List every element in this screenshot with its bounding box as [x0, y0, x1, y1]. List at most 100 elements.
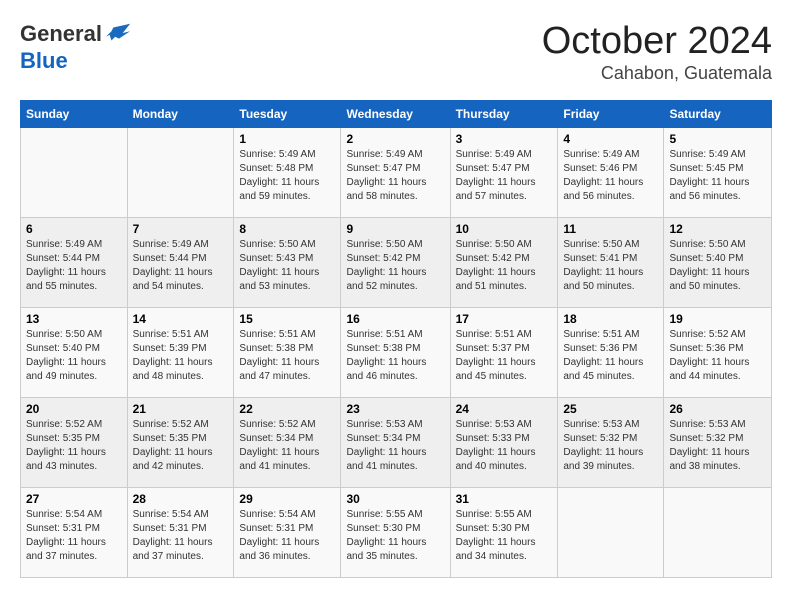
- day-info: Sunrise: 5:55 AM Sunset: 5:30 PM Dayligh…: [456, 508, 553, 564]
- day-info: Sunrise: 5:54 AM Sunset: 5:31 PM Dayligh…: [133, 508, 229, 564]
- day-number: 20: [26, 402, 122, 416]
- calendar-cell: 9 Sunrise: 5:50 AM Sunset: 5:42 PM Daylig…: [341, 218, 450, 308]
- day-info: Sunrise: 5:52 AM Sunset: 5:34 PM Dayligh…: [239, 418, 335, 474]
- calendar-cell: 11 Sunrise: 5:50 AM Sunset: 5:41 PM Dayli…: [558, 218, 664, 308]
- day-info: Sunrise: 5:53 AM Sunset: 5:33 PM Dayligh…: [456, 418, 553, 474]
- weekday-header-cell: Saturday: [664, 101, 772, 128]
- day-number: 16: [346, 312, 444, 326]
- weekday-header-cell: Wednesday: [341, 101, 450, 128]
- day-info: Sunrise: 5:52 AM Sunset: 5:36 PM Dayligh…: [669, 328, 766, 384]
- calendar-cell: [21, 128, 128, 218]
- calendar-cell: 25Sunrise: 5:53 AM Sunset: 5:32 PM Dayli…: [558, 398, 664, 488]
- logo-bird-icon: [104, 20, 132, 48]
- day-info: Sunrise: 5:49 AM Sunset: 5:45 PM Dayligh…: [669, 148, 766, 204]
- calendar-cell: 30 Sunrise: 5:55 AM Sunset: 5:30 PM Dayli…: [341, 488, 450, 578]
- day-info: Sunrise: 5:52 AM Sunset: 5:35 PM Dayligh…: [133, 418, 229, 474]
- day-info: Sunrise: 5:50 AM Sunset: 5:40 PM Dayligh…: [26, 328, 122, 384]
- day-number: 15: [239, 312, 335, 326]
- calendar-week-row: 13 Sunrise: 5:50 AM Sunset: 5:40 PM Dayli…: [21, 308, 772, 398]
- day-info: Sunrise: 5:49 AM Sunset: 5:46 PM Dayligh…: [563, 148, 658, 204]
- calendar-cell: 27Sunrise: 5:54 AM Sunset: 5:31 PM Dayli…: [21, 488, 128, 578]
- day-info: Sunrise: 5:51 AM Sunset: 5:37 PM Dayligh…: [456, 328, 553, 384]
- location: Cahabon, Guatemala: [542, 63, 772, 84]
- weekday-header-cell: Friday: [558, 101, 664, 128]
- day-number: 17: [456, 312, 553, 326]
- day-number: 1: [239, 132, 335, 146]
- weekday-header-cell: Thursday: [450, 101, 558, 128]
- day-number: 12: [669, 222, 766, 236]
- month-title: October 2024: [542, 20, 772, 63]
- day-number: 29: [239, 492, 335, 506]
- day-number: 30: [346, 492, 444, 506]
- day-number: 14: [133, 312, 229, 326]
- day-info: Sunrise: 5:49 AM Sunset: 5:47 PM Dayligh…: [346, 148, 444, 204]
- day-number: 10: [456, 222, 553, 236]
- weekday-header-row: SundayMondayTuesdayWednesdayThursdayFrid…: [21, 101, 772, 128]
- calendar-cell: 4 Sunrise: 5:49 AM Sunset: 5:46 PM Daylig…: [558, 128, 664, 218]
- calendar-cell: [127, 128, 234, 218]
- day-number: 11: [563, 222, 658, 236]
- calendar-cell: [664, 488, 772, 578]
- day-info: Sunrise: 5:50 AM Sunset: 5:42 PM Dayligh…: [456, 238, 553, 294]
- calendar-cell: 21 Sunrise: 5:52 AM Sunset: 5:35 PM Dayli…: [127, 398, 234, 488]
- day-info: Sunrise: 5:54 AM Sunset: 5:31 PM Dayligh…: [26, 508, 122, 564]
- calendar-week-row: 20 Sunrise: 5:52 AM Sunset: 5:35 PM Dayli…: [21, 398, 772, 488]
- day-number: 24: [456, 402, 553, 416]
- calendar-week-row: 1Sunrise: 5:49 AM Sunset: 5:48 PM Daylig…: [21, 128, 772, 218]
- calendar-cell: 18Sunrise: 5:51 AM Sunset: 5:36 PM Dayli…: [558, 308, 664, 398]
- day-number: 13: [26, 312, 122, 326]
- day-info: Sunrise: 5:50 AM Sunset: 5:42 PM Dayligh…: [346, 238, 444, 294]
- calendar-cell: 26 Sunrise: 5:53 AM Sunset: 5:32 PM Dayli…: [664, 398, 772, 488]
- day-info: Sunrise: 5:50 AM Sunset: 5:40 PM Dayligh…: [669, 238, 766, 294]
- day-number: 22: [239, 402, 335, 416]
- logo-general-text: General: [20, 21, 102, 47]
- day-number: 23: [346, 402, 444, 416]
- day-number: 19: [669, 312, 766, 326]
- calendar-cell: 28 Sunrise: 5:54 AM Sunset: 5:31 PM Dayli…: [127, 488, 234, 578]
- title-block: October 2024 Cahabon, Guatemala: [542, 20, 772, 84]
- day-number: 7: [133, 222, 229, 236]
- day-number: 28: [133, 492, 229, 506]
- calendar-cell: [558, 488, 664, 578]
- day-info: Sunrise: 5:50 AM Sunset: 5:43 PM Dayligh…: [239, 238, 335, 294]
- day-number: 9: [346, 222, 444, 236]
- day-info: Sunrise: 5:54 AM Sunset: 5:31 PM Dayligh…: [239, 508, 335, 564]
- day-info: Sunrise: 5:51 AM Sunset: 5:38 PM Dayligh…: [346, 328, 444, 384]
- calendar-cell: 23Sunrise: 5:53 AM Sunset: 5:34 PM Dayli…: [341, 398, 450, 488]
- day-info: Sunrise: 5:49 AM Sunset: 5:44 PM Dayligh…: [26, 238, 122, 294]
- weekday-header-cell: Tuesday: [234, 101, 341, 128]
- day-number: 26: [669, 402, 766, 416]
- calendar-cell: 1Sunrise: 5:49 AM Sunset: 5:48 PM Daylig…: [234, 128, 341, 218]
- day-number: 3: [456, 132, 553, 146]
- calendar-week-row: 6Sunrise: 5:49 AM Sunset: 5:44 PM Daylig…: [21, 218, 772, 308]
- day-number: 4: [563, 132, 658, 146]
- calendar-cell: 14 Sunrise: 5:51 AM Sunset: 5:39 PM Dayli…: [127, 308, 234, 398]
- calendar-table: SundayMondayTuesdayWednesdayThursdayFrid…: [20, 100, 772, 578]
- day-info: Sunrise: 5:55 AM Sunset: 5:30 PM Dayligh…: [346, 508, 444, 564]
- weekday-header-cell: Sunday: [21, 101, 128, 128]
- day-info: Sunrise: 5:53 AM Sunset: 5:32 PM Dayligh…: [563, 418, 658, 474]
- day-number: 8: [239, 222, 335, 236]
- day-info: Sunrise: 5:51 AM Sunset: 5:39 PM Dayligh…: [133, 328, 229, 384]
- calendar-cell: 19 Sunrise: 5:52 AM Sunset: 5:36 PM Dayli…: [664, 308, 772, 398]
- calendar-cell: 17 Sunrise: 5:51 AM Sunset: 5:37 PM Dayli…: [450, 308, 558, 398]
- day-info: Sunrise: 5:49 AM Sunset: 5:44 PM Dayligh…: [133, 238, 229, 294]
- calendar-cell: 5 Sunrise: 5:49 AM Sunset: 5:45 PM Daylig…: [664, 128, 772, 218]
- day-number: 21: [133, 402, 229, 416]
- calendar-cell: 12 Sunrise: 5:50 AM Sunset: 5:40 PM Dayli…: [664, 218, 772, 308]
- day-number: 31: [456, 492, 553, 506]
- day-info: Sunrise: 5:49 AM Sunset: 5:47 PM Dayligh…: [456, 148, 553, 204]
- calendar-cell: 2Sunrise: 5:49 AM Sunset: 5:47 PM Daylig…: [341, 128, 450, 218]
- day-info: Sunrise: 5:51 AM Sunset: 5:38 PM Dayligh…: [239, 328, 335, 384]
- day-info: Sunrise: 5:50 AM Sunset: 5:41 PM Dayligh…: [563, 238, 658, 294]
- day-info: Sunrise: 5:52 AM Sunset: 5:35 PM Dayligh…: [26, 418, 122, 474]
- weekday-header-cell: Monday: [127, 101, 234, 128]
- calendar-week-row: 27Sunrise: 5:54 AM Sunset: 5:31 PM Dayli…: [21, 488, 772, 578]
- calendar-cell: 13 Sunrise: 5:50 AM Sunset: 5:40 PM Dayli…: [21, 308, 128, 398]
- calendar-cell: 6Sunrise: 5:49 AM Sunset: 5:44 PM Daylig…: [21, 218, 128, 308]
- day-number: 5: [669, 132, 766, 146]
- day-info: Sunrise: 5:53 AM Sunset: 5:32 PM Dayligh…: [669, 418, 766, 474]
- calendar-cell: 31 Sunrise: 5:55 AM Sunset: 5:30 PM Dayli…: [450, 488, 558, 578]
- page-header: General Blue October 2024 Cahabon, Guate…: [20, 20, 772, 84]
- calendar-cell: 24 Sunrise: 5:53 AM Sunset: 5:33 PM Dayli…: [450, 398, 558, 488]
